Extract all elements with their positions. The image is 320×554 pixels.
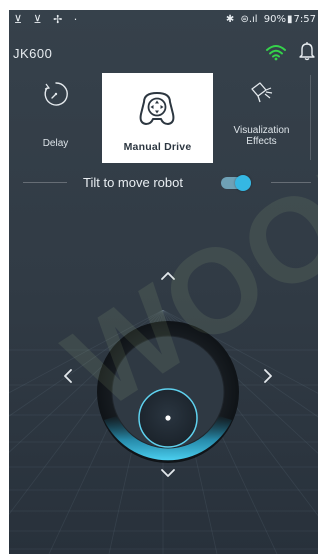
gamepad-icon [139,92,175,125]
wifi-icon[interactable] [265,43,287,61]
notification-icons: ⊻ ⊻ ✢ · [14,13,82,26]
joystick-knob[interactable] [137,387,199,449]
app-header: JK600 [9,33,318,73]
divider-right [271,182,311,183]
tab-divider [310,75,311,160]
projector-icon [251,82,273,103]
tilt-label: Tilt to move robot [83,175,183,190]
clock: 7:57 [293,14,316,25]
tab-visualization-effects[interactable]: Visualization Effects [213,73,310,162]
tab-delay[interactable]: Delay [9,73,102,162]
tab-visualization-effects-label: Visualization Effects [233,125,290,147]
arrow-down-button[interactable] [157,462,179,484]
bell-icon[interactable] [298,41,316,61]
divider-left [23,182,67,183]
battery-percent: 90% [263,14,287,25]
battery-icon: ▮ [287,14,293,25]
tab-delay-label: Delay [42,138,69,149]
joystick[interactable] [96,320,240,464]
phone-screen: ⊻ ⊻ ✢ · ✱ ⊜.ıl 90%▮7:57 JK600 Delay Manu… [9,10,318,554]
status-bar: ⊻ ⊻ ✢ · ✱ ⊜.ıl 90%▮7:57 [9,10,318,33]
mode-tabs: Delay Manual Drive Visualization Effects [9,73,318,163]
timer-icon [44,82,68,106]
status-right: ✱ ⊜.ıl 90%▮7:57 [223,14,316,25]
signal-icon: ⊜.ıl [240,14,258,25]
tilt-toggle[interactable] [221,175,251,191]
bluetooth-icon: ✱ [225,14,235,25]
arrow-left-button[interactable] [57,365,79,387]
arrow-up-button[interactable] [157,265,179,287]
toggle-knob [235,175,251,191]
arrow-right-button[interactable] [257,365,279,387]
tilt-setting: Tilt to move robot [9,170,318,196]
tab-manual-drive-label: Manual Drive [123,141,192,153]
device-title: JK600 [13,46,53,61]
tab-manual-drive[interactable]: Manual Drive [102,73,213,163]
